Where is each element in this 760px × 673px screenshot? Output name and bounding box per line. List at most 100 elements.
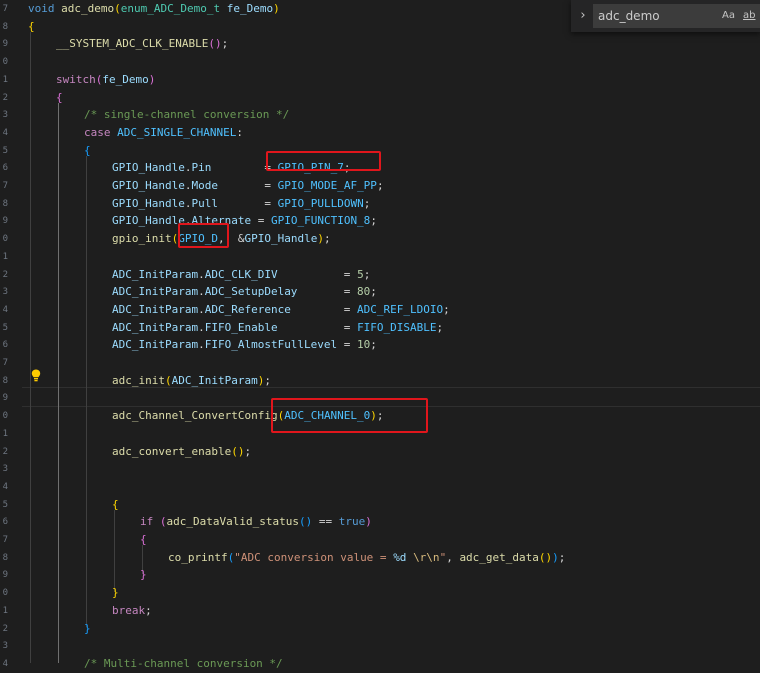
code-line[interactable]: break; bbox=[112, 602, 152, 620]
code-token: GPIO_Handle bbox=[112, 161, 185, 175]
code-token: = bbox=[251, 214, 271, 228]
code-token: { bbox=[28, 19, 35, 33]
code-line[interactable]: /* single-channel conversion */ bbox=[84, 106, 289, 124]
code-token: ; bbox=[558, 550, 566, 564]
code-token: ; bbox=[363, 196, 371, 210]
whole-word-toggle[interactable]: ab bbox=[743, 5, 755, 27]
code-token: adc_Channel_ConvertConfig bbox=[112, 409, 278, 423]
line-number: 6 bbox=[2, 340, 8, 351]
code-token: ADC_REF_LDOIO bbox=[357, 302, 444, 316]
code-line[interactable]: ADC_InitParam.FIFO_Enable = FIFO_DISABLE… bbox=[112, 319, 443, 337]
code-token: } bbox=[84, 621, 91, 635]
line-number: 0 bbox=[2, 57, 8, 68]
code-line[interactable]: ADC_InitParam.ADC_SetupDelay = 80; bbox=[112, 283, 377, 301]
code-line[interactable]: if (adc_DataValid_status() == true) bbox=[140, 513, 372, 531]
find-replace-toggle-icon[interactable]: › bbox=[574, 4, 592, 28]
code-token: () bbox=[298, 515, 313, 529]
line-number: 9 bbox=[2, 216, 8, 227]
find-widget: › adc_demo Aa ab bbox=[571, 0, 760, 32]
code-line[interactable]: } bbox=[112, 584, 119, 602]
code-token: = bbox=[217, 179, 278, 192]
line-number: 8 bbox=[2, 552, 8, 563]
code-token: break bbox=[112, 603, 146, 617]
code-line[interactable]: GPIO_Handle.Pull = GPIO_PULLDOWN; bbox=[112, 195, 370, 213]
code-token: { bbox=[84, 143, 91, 157]
code-token: == bbox=[312, 515, 339, 529]
highlight-box-gpio-port bbox=[178, 223, 229, 248]
code-token: () bbox=[538, 550, 553, 564]
code-line[interactable]: ADC_InitParam.ADC_CLK_DIV = 5; bbox=[112, 266, 370, 284]
line-number: 8 bbox=[2, 198, 8, 209]
highlight-box-gpio-pin bbox=[266, 151, 381, 171]
code-token: adc_get_data bbox=[459, 550, 539, 564]
code-token: = bbox=[277, 320, 358, 334]
code-line[interactable]: co_printf("ADC conversion value = %d \r\… bbox=[168, 549, 565, 567]
code-line[interactable]: case ADC_SINGLE_CHANNEL: bbox=[84, 124, 243, 142]
line-number: 7 bbox=[2, 4, 8, 14]
code-token: if bbox=[140, 515, 160, 529]
code-line[interactable]: GPIO_Handle.Alternate = GPIO_FUNCTION_8; bbox=[112, 212, 377, 230]
code-token: ( bbox=[164, 373, 172, 387]
code-token: GPIO_FUNCTION_8 bbox=[270, 214, 371, 228]
code-token: . bbox=[198, 320, 205, 334]
fold-gutter[interactable] bbox=[8, 0, 22, 657]
match-case-toggle[interactable]: Aa bbox=[722, 5, 735, 27]
code-token: ADC_CLK_DIV bbox=[204, 267, 278, 281]
indent-guide bbox=[114, 509, 115, 593]
code-token: 5 bbox=[357, 267, 364, 281]
line-number: 3 bbox=[2, 464, 8, 475]
code-line[interactable]: switch(fe_Demo) bbox=[56, 71, 155, 89]
code-token: ; bbox=[436, 320, 444, 334]
code-line[interactable]: { bbox=[28, 18, 35, 36]
code-token: { bbox=[56, 90, 63, 104]
code-token: enum_ADC_Demo_t bbox=[120, 2, 227, 15]
code-line[interactable]: } bbox=[140, 566, 147, 584]
code-token: void bbox=[28, 2, 62, 15]
line-number: 4 bbox=[2, 304, 8, 315]
code-line[interactable]: adc_convert_enable(); bbox=[112, 443, 251, 461]
code-line[interactable]: } bbox=[84, 620, 91, 638]
code-line[interactable]: { bbox=[84, 142, 91, 160]
code-token: /* single-channel conversion */ bbox=[84, 108, 290, 122]
code-token: ( bbox=[114, 2, 121, 15]
code-line[interactable]: /* Multi-channel conversion */ bbox=[84, 655, 283, 673]
code-token: { bbox=[140, 533, 147, 546]
code-token: . bbox=[198, 285, 205, 299]
code-token: ADC_SINGLE_CHANNEL bbox=[117, 125, 237, 139]
code-line[interactable]: ADC_InitParam.ADC_Reference = ADC_REF_LD… bbox=[112, 301, 450, 319]
code-token: () bbox=[208, 37, 222, 51]
code-token: ) bbox=[365, 515, 372, 529]
code-line[interactable]: __SYSTEM_ADC_CLK_ENABLE(); bbox=[56, 35, 235, 53]
line-number: 0 bbox=[2, 411, 8, 422]
code-token: adc_convert_enable bbox=[112, 444, 232, 458]
code-line[interactable]: void adc_demo(enum_ADC_Demo_t fe_Demo) bbox=[28, 0, 280, 18]
lightbulb-icon[interactable] bbox=[31, 369, 41, 382]
code-line[interactable]: { bbox=[56, 89, 63, 107]
code-token: "ADC conversion value = bbox=[234, 550, 394, 564]
code-line[interactable]: ADC_InitParam.FIFO_AlmostFullLevel = 10; bbox=[112, 336, 377, 354]
code-token: switch bbox=[56, 72, 96, 86]
code-token: ADC_InitParam bbox=[112, 302, 199, 316]
code-token: fe_Demo bbox=[102, 72, 149, 86]
code-token: . bbox=[198, 267, 205, 281]
code-token: gpio_init bbox=[112, 232, 172, 246]
code-token: Mode bbox=[191, 179, 218, 192]
line-number: 9 bbox=[2, 39, 8, 50]
code-token: = bbox=[337, 338, 358, 352]
code-line[interactable]: { bbox=[140, 531, 147, 549]
code-line[interactable]: { bbox=[112, 496, 119, 514]
code-token: ; bbox=[370, 338, 377, 352]
code-token: \r\n bbox=[413, 550, 440, 564]
line-number: 7 bbox=[2, 181, 8, 191]
find-input[interactable]: adc_demo Aa ab bbox=[593, 4, 760, 28]
code-line[interactable]: GPIO_Handle.Mode = GPIO_MODE_AF_PP; bbox=[112, 177, 384, 195]
code-token: { bbox=[112, 497, 119, 511]
code-token: ADC_SetupDelay bbox=[204, 285, 298, 299]
code-token: Pin bbox=[191, 161, 212, 175]
code-token: GPIO_PULLDOWN bbox=[277, 196, 364, 210]
code-token: FIFO_DISABLE bbox=[357, 320, 437, 334]
code-token: ; bbox=[443, 302, 450, 316]
code-line[interactable]: adc_init(ADC_InitParam); bbox=[112, 372, 271, 390]
code-token: Pull bbox=[191, 196, 218, 210]
line-number: 3 bbox=[2, 110, 8, 121]
